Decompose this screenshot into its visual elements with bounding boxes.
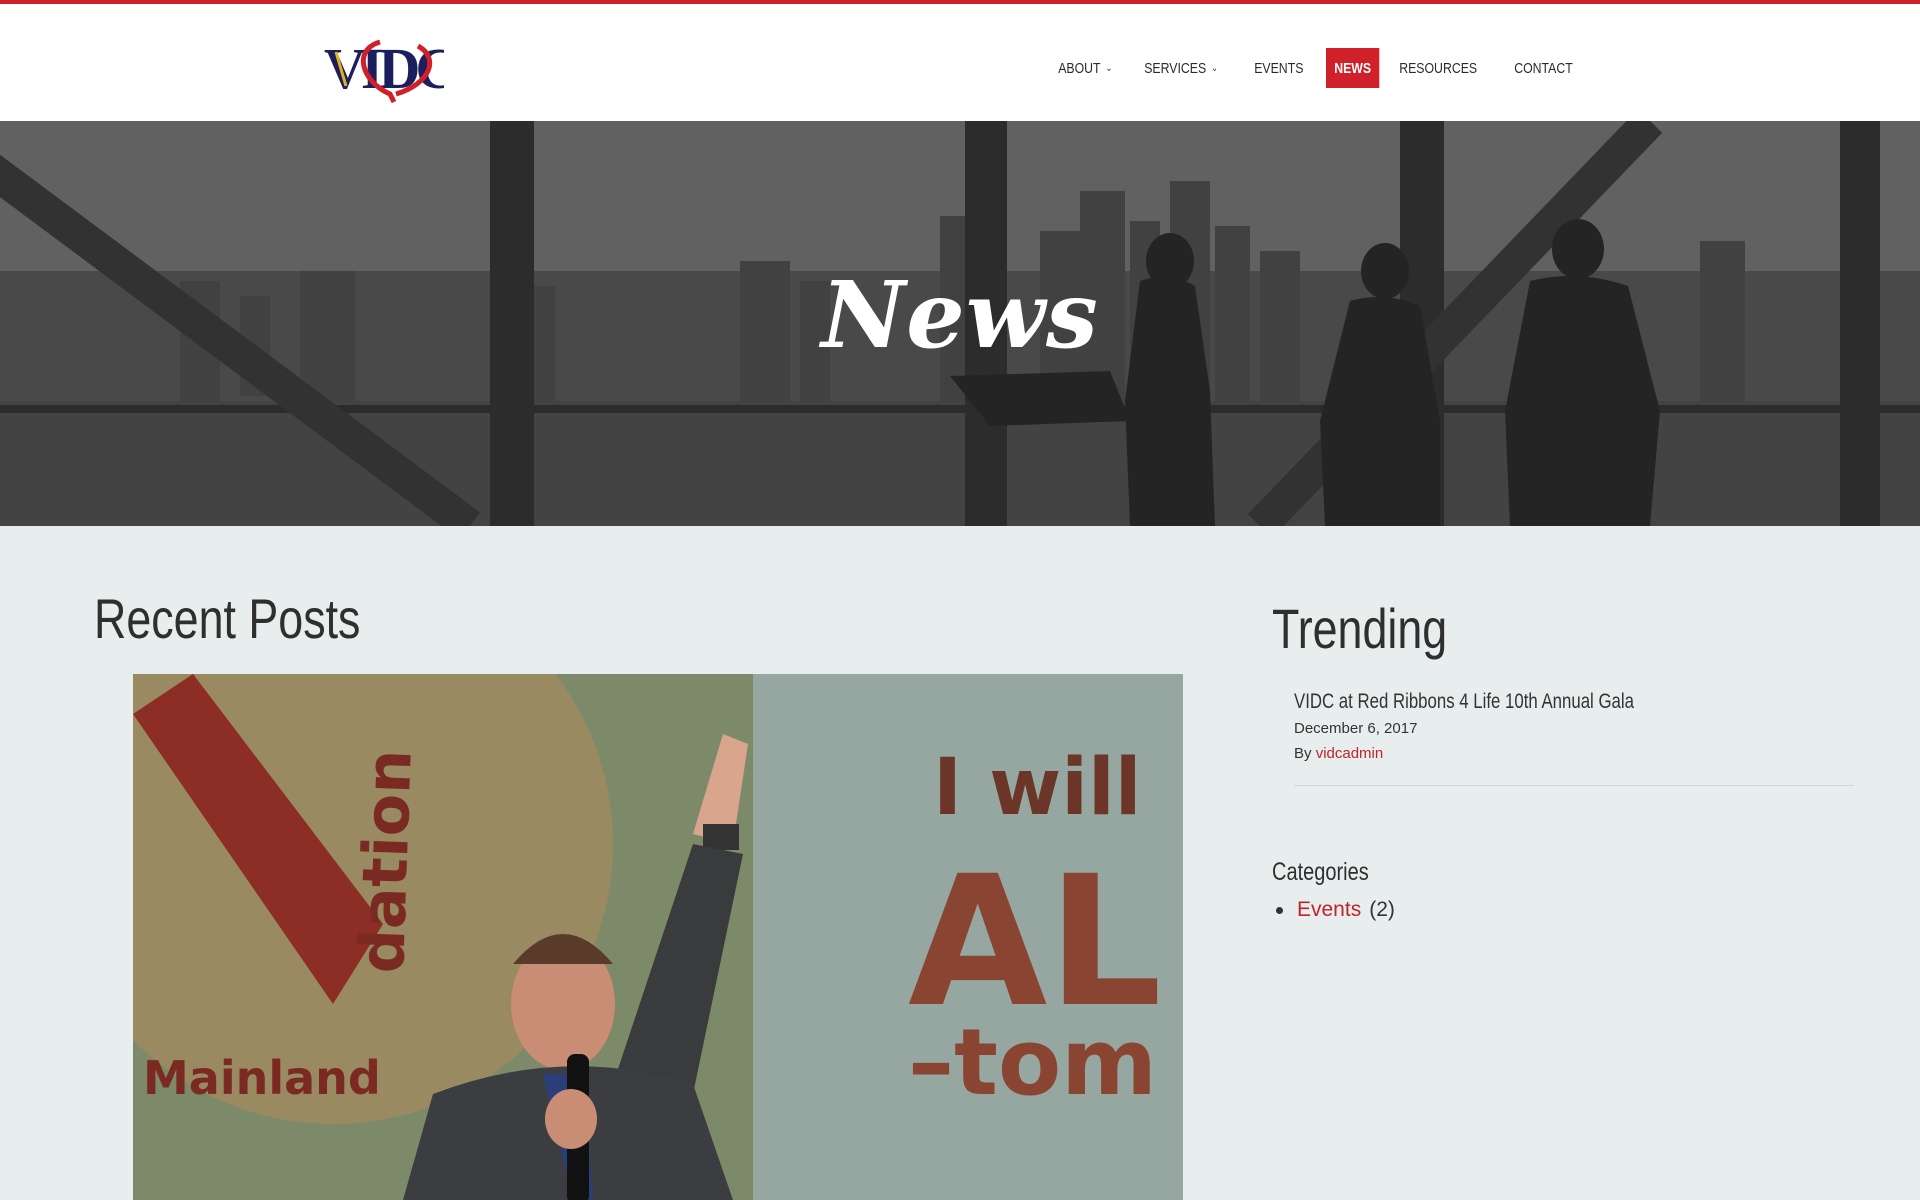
list-bullet-icon (1276, 906, 1283, 914)
nav-item-contact[interactable]: Contact (1506, 48, 1581, 88)
nav-label-contact: Contact (1514, 59, 1573, 77)
trending-heading: Trending (1272, 597, 1448, 660)
recent-posts-heading: Recent Posts (94, 587, 361, 650)
main-navigation: About ⌄ Services ⌄ Events News Resources… (1050, 48, 1598, 88)
chevron-down-icon: ⌄ (1211, 62, 1219, 74)
trending-post-title[interactable]: VIDC at Red Ribbons 4 Life 10th Annual G… (1294, 690, 1742, 714)
nav-item-resources[interactable]: Resources (1391, 48, 1485, 88)
site-logo[interactable]: VIDC (322, 32, 458, 104)
trending-post-date: December 6, 2017 (1294, 720, 1418, 737)
hero-banner: News (0, 121, 1920, 526)
post-image-circle-word: dation (345, 748, 426, 974)
post-photo: dation Mainland I will AL –tom (133, 674, 1183, 1200)
nav-label-services: Services (1144, 59, 1207, 77)
trending-post-author[interactable]: vidcadmin (1316, 745, 1384, 762)
nav-item-news[interactable]: News (1326, 48, 1380, 88)
categories-heading: Categories (1272, 858, 1369, 886)
byline-label: By (1294, 745, 1312, 762)
nav-item-services[interactable]: Services ⌄ (1136, 48, 1226, 88)
categories-list: Events (2) (1272, 898, 1395, 922)
category-count: (2) (1369, 898, 1395, 921)
chevron-down-icon: ⌄ (1105, 62, 1113, 74)
nav-label-news: News (1334, 59, 1372, 77)
trending-divider (1294, 785, 1854, 786)
post-image-sub-text: –tom (908, 1009, 1157, 1116)
site-header: VIDC About ⌄ Services ⌄ Events News Reso… (0, 4, 1920, 121)
nav-label-about: About (1058, 59, 1101, 77)
featured-post-image[interactable]: dation Mainland I will AL –tom (133, 674, 1183, 1200)
nav-label-resources: Resources (1399, 59, 1478, 77)
post-image-mainland-word: Mainland (143, 1051, 381, 1105)
nav-item-about[interactable]: About ⌄ (1050, 48, 1121, 88)
hero-title: News (821, 261, 1099, 369)
nav-item-events[interactable]: Events (1246, 48, 1312, 88)
trending-post-byline: By vidcadmin (1294, 745, 1854, 762)
trending-item: VIDC at Red Ribbons 4 Life 10th Annual G… (1294, 690, 1854, 762)
nav-label-events: Events (1254, 59, 1304, 77)
category-link-events[interactable]: Events (1297, 898, 1361, 922)
post-image-banner-text: I will (933, 743, 1141, 833)
